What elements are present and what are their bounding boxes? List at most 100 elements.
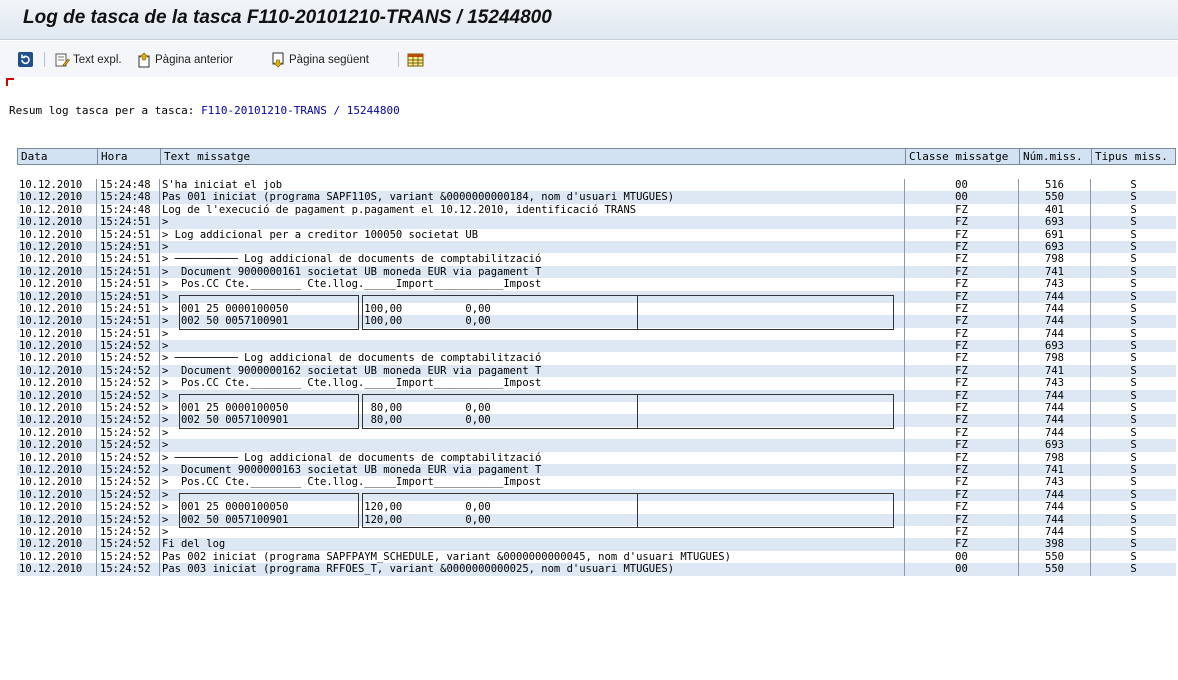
cell-class: FZ <box>905 315 1019 328</box>
cell-type: S <box>1130 278 1137 291</box>
cell-text: Pas 001 iniciat (programa SAPF110S, vari… <box>160 191 905 204</box>
cell-type: S <box>1130 327 1137 340</box>
column-header-text[interactable]: Text missatge <box>161 149 906 164</box>
cell-time: 15:24:51 <box>97 240 160 254</box>
cell-class: FZ <box>905 302 1019 316</box>
cell-date: 10.12.2010 <box>17 525 97 539</box>
cell-date: 10.12.2010 <box>17 228 97 241</box>
refresh-button[interactable] <box>17 51 37 68</box>
cell-type: S <box>1130 191 1137 204</box>
cell-class: FZ <box>905 426 1019 440</box>
table-row[interactable]: 10.12.2010 15:24:52 Pas 002 iniciat (progr… <box>17 550 1176 564</box>
text-expl-button[interactable]: Text expl. <box>54 51 122 68</box>
cell-class: FZ <box>905 414 1019 427</box>
table-row[interactable]: 10.12.2010 15:24:52 > Pos.CC Cte.________ … <box>17 377 1176 390</box>
next-page-button[interactable]: Pàgina següent <box>270 51 369 68</box>
table-row[interactable]: 10.12.2010 15:24:52 > ────────── Log addic… <box>17 352 1176 365</box>
prev-page-button[interactable]: Pàgina anterior <box>136 51 233 68</box>
cell-number: 693 <box>1019 240 1091 254</box>
column-header-class[interactable]: Classe missatge <box>906 149 1020 164</box>
cell-number: 798 <box>1019 352 1091 365</box>
table-row[interactable]: 10.12.2010 15:24:52 > ────────── Log addic… <box>17 451 1176 464</box>
cell-time: 15:24:52 <box>97 352 160 365</box>
cell-type: S <box>1130 352 1137 365</box>
cell-class: FZ <box>905 290 1019 303</box>
cell-type: S <box>1130 402 1137 415</box>
table-row[interactable]: 10.12.2010 15:24:48 S'ha iniciat el job 00 5… <box>17 179 1176 192</box>
table-row[interactable]: 10.12.2010 15:24:51 > FZ 693 S <box>17 240 1176 254</box>
table-row[interactable]: 10.12.2010 15:24:51 > Log addicional per a… <box>17 228 1176 241</box>
table-row[interactable]: 10.12.2010 15:24:51 > FZ 693 S <box>17 216 1176 229</box>
cell-class: FZ <box>905 513 1019 526</box>
table-row[interactable]: 10.12.2010 15:24:52 > Pos.CC Cte.________ … <box>17 476 1176 489</box>
cell-date: 10.12.2010 <box>17 451 97 464</box>
focus-marker <box>6 78 14 80</box>
cell-time: 15:24:52 <box>97 463 160 477</box>
table-row[interactable]: 10.12.2010 15:24:48 Pas 001 iniciat (progr… <box>17 191 1176 204</box>
column-header-time[interactable]: Hora <box>98 149 161 164</box>
cell-type: S <box>1130 563 1137 576</box>
column-header-type[interactable]: Tipus miss. <box>1092 149 1175 164</box>
cell-type: S <box>1130 340 1137 353</box>
cell-number: 693 <box>1019 340 1091 353</box>
cell-date: 10.12.2010 <box>17 203 97 217</box>
cell-type: S <box>1130 216 1137 229</box>
cell-number: 744 <box>1019 402 1091 415</box>
cell-text: > Pos.CC Cte.________ Cte.llog._____Impo… <box>160 476 905 489</box>
column-header-date[interactable]: Data <box>18 149 98 164</box>
item-id-frame <box>179 294 359 330</box>
cell-text: > ────────── Log addicional de documents… <box>160 451 905 464</box>
layout-grid-button[interactable] <box>407 51 427 68</box>
cell-date: 10.12.2010 <box>17 340 97 353</box>
cell-time: 15:24:52 <box>97 476 160 489</box>
cell-time: 15:24:51 <box>97 302 160 316</box>
cell-number: 744 <box>1019 501 1091 514</box>
table-row[interactable]: 10.12.2010 15:24:51 > Document 9000000161 … <box>17 265 1176 279</box>
page-up-icon <box>138 52 150 67</box>
summary-task-ref[interactable]: F110-20101210-TRANS / 15244800 <box>201 104 400 117</box>
cell-date: 10.12.2010 <box>17 377 97 390</box>
cell-number: 741 <box>1019 364 1091 378</box>
cell-time: 15:24:52 <box>97 513 160 526</box>
table-row[interactable]: 10.12.2010 15:24:52 Fi del log FZ 398 S <box>17 538 1176 551</box>
table-row[interactable]: 10.12.2010 15:24:52 > FZ 693 S <box>17 439 1176 452</box>
cell-type: S <box>1130 240 1137 253</box>
cell-class: FZ <box>905 228 1019 241</box>
grid-icon <box>407 53 424 66</box>
cell-date: 10.12.2010 <box>17 290 97 303</box>
cell-date: 10.12.2010 <box>17 550 97 564</box>
cell-class: FZ <box>905 439 1019 452</box>
cell-date: 10.12.2010 <box>17 538 97 551</box>
cell-time: 15:24:48 <box>97 191 160 204</box>
table-row[interactable]: 10.12.2010 15:24:51 > Pos.CC Cte.________ … <box>17 278 1176 291</box>
cell-class: FZ <box>905 216 1019 229</box>
table-row[interactable]: 10.12.2010 15:24:48 Log de l'execució de p… <box>17 203 1176 217</box>
cell-type: S <box>1130 550 1137 563</box>
cell-time: 15:24:52 <box>97 501 160 514</box>
empty-frame <box>637 493 894 529</box>
cell-text: Log de l'execució de pagament p.pagament… <box>160 203 905 217</box>
cell-class: FZ <box>905 476 1019 489</box>
cell-number: 744 <box>1019 525 1091 539</box>
cell-time: 15:24:52 <box>97 340 160 353</box>
cell-date: 10.12.2010 <box>17 253 97 266</box>
column-header-number[interactable]: Núm.miss. <box>1020 149 1092 164</box>
cell-number: 744 <box>1019 414 1091 427</box>
cell-class: 00 <box>905 191 1019 204</box>
table-row[interactable]: 10.12.2010 15:24:52 > FZ 693 S <box>17 340 1176 353</box>
cell-text: > Document 9000000163 societat UB moneda… <box>160 463 905 477</box>
cell-class: FZ <box>905 377 1019 390</box>
table-row[interactable]: 10.12.2010 15:24:51 > ────────── Log addic… <box>17 253 1176 266</box>
cell-time: 15:24:48 <box>97 203 160 217</box>
cell-date: 10.12.2010 <box>17 302 97 316</box>
cell-type: S <box>1130 513 1137 526</box>
cell-class: FZ <box>905 340 1019 353</box>
toolbar: Text expl. Pàgina anterior Pàgina següen… <box>0 41 1178 77</box>
table-row[interactable]: 10.12.2010 15:24:52 Pas 003 iniciat (progr… <box>17 563 1176 576</box>
table-row[interactable]: 10.12.2010 15:24:52 > Document 9000000163 … <box>17 463 1176 477</box>
amount-frame <box>362 393 638 429</box>
table-row[interactable]: 10.12.2010 15:24:52 > Document 9000000162 … <box>17 364 1176 378</box>
cell-number: 798 <box>1019 253 1091 266</box>
cell-class: FZ <box>905 203 1019 217</box>
cell-time: 15:24:52 <box>97 538 160 551</box>
